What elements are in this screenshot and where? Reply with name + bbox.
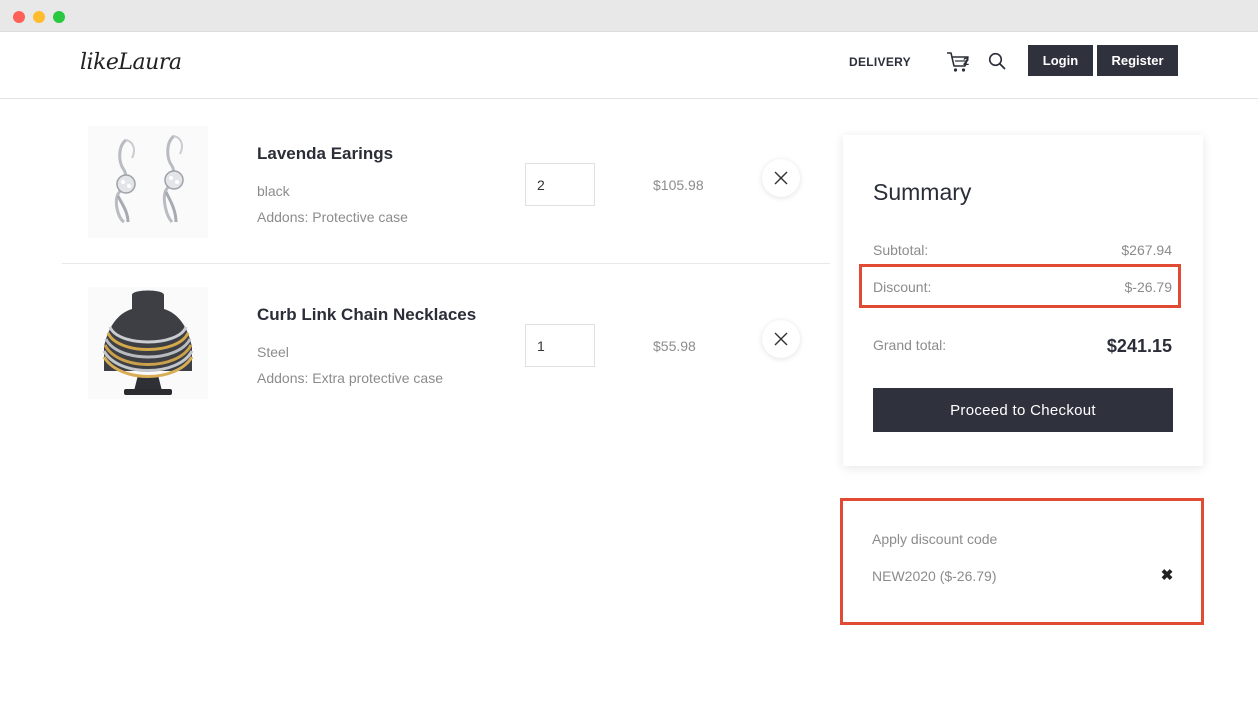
- applied-discount-code: NEW2020 ($-26.79): [872, 568, 997, 584]
- item-variant: black: [257, 183, 290, 199]
- order-summary-card: Summary Subtotal: $267.94 Discount: $-26…: [843, 135, 1203, 466]
- proceed-to-checkout-button[interactable]: Proceed to Checkout: [873, 388, 1173, 432]
- discount-code-title[interactable]: Apply discount code: [872, 531, 997, 547]
- close-window-button[interactable]: [13, 11, 25, 23]
- remove-discount-icon[interactable]: ✖: [1160, 568, 1174, 583]
- nav-delivery-link[interactable]: DELIVERY: [849, 55, 911, 69]
- item-price: $105.98: [653, 177, 704, 193]
- item-price: $55.98: [653, 338, 696, 354]
- remove-item-button[interactable]: [762, 159, 800, 197]
- cart-item: Lavenda Earings black Addons: Protective…: [62, 104, 830, 264]
- summary-title: Summary: [873, 179, 972, 205]
- cart-count-badge: 2: [963, 56, 970, 68]
- maximize-window-button[interactable]: [53, 11, 65, 23]
- minimize-window-button[interactable]: [33, 11, 45, 23]
- site-header: likeLaura DELIVERY 2 Login Register: [0, 32, 1258, 99]
- quantity-input[interactable]: [525, 163, 595, 206]
- cart-item: Curb Link Chain Necklaces Steel Addons: …: [62, 265, 830, 425]
- item-name[interactable]: Curb Link Chain Necklaces: [257, 305, 476, 325]
- register-button[interactable]: Register: [1097, 45, 1178, 76]
- discount-value: $-26.79: [1124, 279, 1172, 295]
- window-titlebar: [0, 0, 1258, 32]
- site-logo[interactable]: likeLaura: [80, 50, 182, 75]
- discount-label: Discount:: [873, 279, 932, 295]
- close-icon: [774, 171, 788, 185]
- subtotal-value: $267.94: [1121, 242, 1172, 258]
- grand-total-label: Grand total:: [873, 337, 947, 353]
- search-icon[interactable]: [988, 52, 1006, 70]
- quantity-input[interactable]: [525, 324, 595, 367]
- close-icon: [774, 332, 788, 346]
- remove-item-button[interactable]: [762, 320, 800, 358]
- grand-total-value: $241.15: [1106, 336, 1172, 356]
- item-variant: Steel: [257, 344, 289, 360]
- earrings-image: [88, 126, 208, 238]
- discount-code-panel: Apply discount code NEW2020 ($-26.79) ✖: [840, 498, 1204, 625]
- item-addons: Addons: Extra protective case: [257, 370, 443, 386]
- item-name[interactable]: Lavenda Earings: [257, 144, 393, 164]
- necklace-image: [88, 287, 208, 399]
- item-addons: Addons: Protective case: [257, 209, 408, 225]
- login-button[interactable]: Login: [1028, 45, 1093, 76]
- subtotal-label: Subtotal:: [873, 242, 929, 258]
